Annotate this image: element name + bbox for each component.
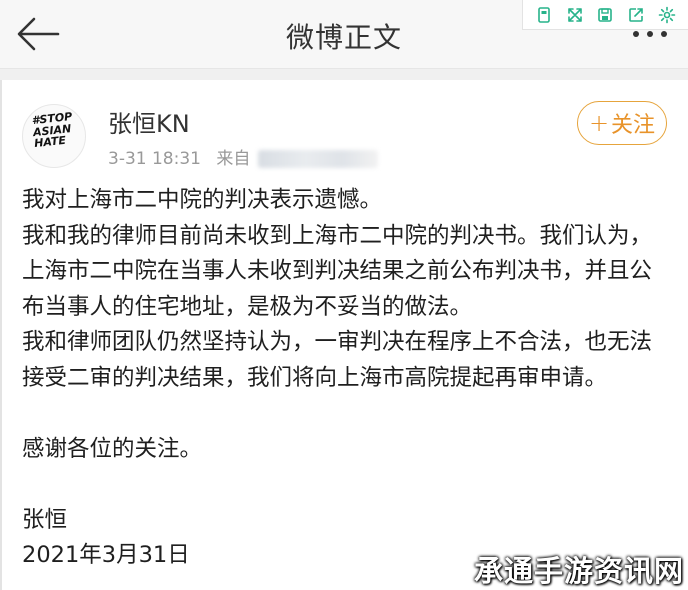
section-divider bbox=[0, 68, 688, 80]
post-content: 我对上海市二中院的判决表示遗憾。 我和我的律师目前尚未收到上海市二中院的判决书。… bbox=[22, 183, 672, 574]
share-icon bbox=[629, 7, 643, 22]
post-paragraph: 我对上海市二中院的判决表示遗憾。 bbox=[22, 187, 383, 213]
copy-icon bbox=[538, 6, 551, 23]
post-time: 3-31 18:31 bbox=[108, 149, 201, 169]
post-source-label: 来自 bbox=[216, 149, 251, 169]
settings-icon bbox=[658, 6, 675, 23]
post-meta: 3-31 18:31 来自 bbox=[108, 144, 378, 169]
save-tool-button[interactable] bbox=[594, 4, 616, 26]
fullscreen-tool-button[interactable] bbox=[564, 4, 586, 26]
post-paragraph: 感谢各位的关注。 bbox=[22, 435, 203, 462]
follow-label: 关注 bbox=[611, 113, 656, 138]
blurred-source bbox=[257, 150, 378, 168]
settings-tool-button[interactable] bbox=[656, 4, 678, 26]
fullscreen-icon bbox=[568, 7, 582, 22]
follow-button[interactable]: + 关注 bbox=[577, 101, 667, 145]
post-signature: 张恒 bbox=[22, 506, 68, 533]
left-edge-line bbox=[0, 80, 2, 590]
avatar-logo: #STOP ASIAN HATE bbox=[31, 109, 73, 151]
avatar[interactable]: #STOP ASIAN HATE bbox=[22, 104, 86, 168]
watermark: 承通手游资讯网 bbox=[474, 554, 685, 588]
copy-tool-button[interactable] bbox=[533, 4, 555, 26]
floating-toolbar bbox=[522, 0, 688, 30]
save-icon bbox=[598, 7, 613, 22]
post-paragraph: 我和律师团队仍然坚持认为，一审判决在程序上不合法，也无法接受二审的判决结果，我们… bbox=[22, 329, 653, 391]
post-paragraph: 我和我的律师目前尚未收到上海市二中院的判决书。我们认为，上海市二中院在当事人未收… bbox=[22, 222, 653, 320]
share-tool-button[interactable] bbox=[625, 4, 647, 26]
plus-icon: + bbox=[588, 109, 610, 137]
author-name[interactable]: 张恒KN bbox=[108, 104, 190, 139]
